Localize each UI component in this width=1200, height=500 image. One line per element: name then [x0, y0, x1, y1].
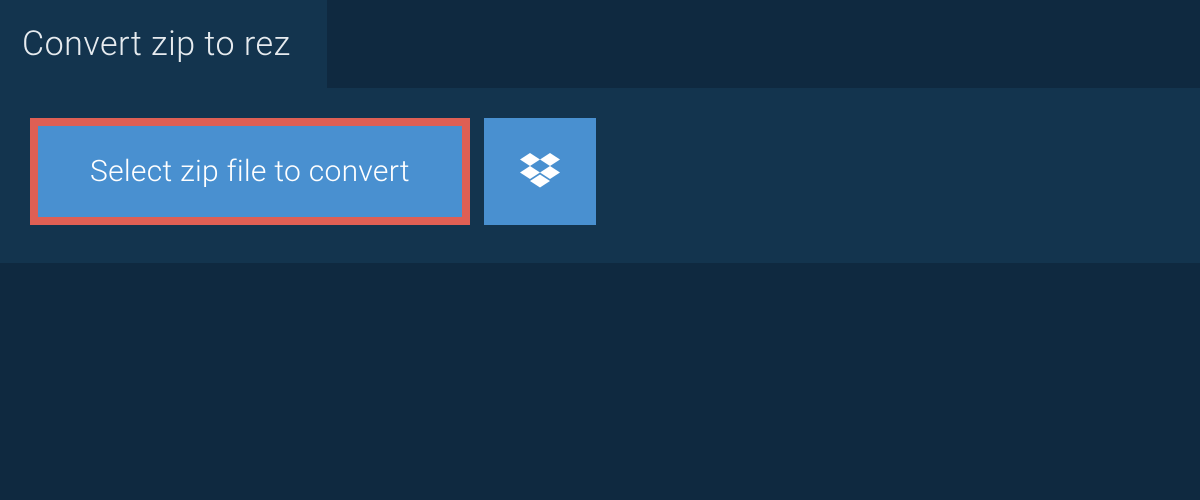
tab-convert[interactable]: Convert zip to rez	[0, 0, 327, 88]
select-file-label: Select zip file to convert	[90, 154, 410, 189]
button-row: Select zip file to convert	[30, 118, 1170, 225]
tab-bar: Convert zip to rez	[0, 0, 1200, 88]
dropbox-icon	[520, 153, 560, 191]
select-file-button[interactable]: Select zip file to convert	[30, 118, 470, 225]
tab-label: Convert zip to rez	[22, 24, 291, 64]
content-panel: Select zip file to convert	[0, 88, 1200, 263]
dropbox-button[interactable]	[484, 118, 596, 225]
